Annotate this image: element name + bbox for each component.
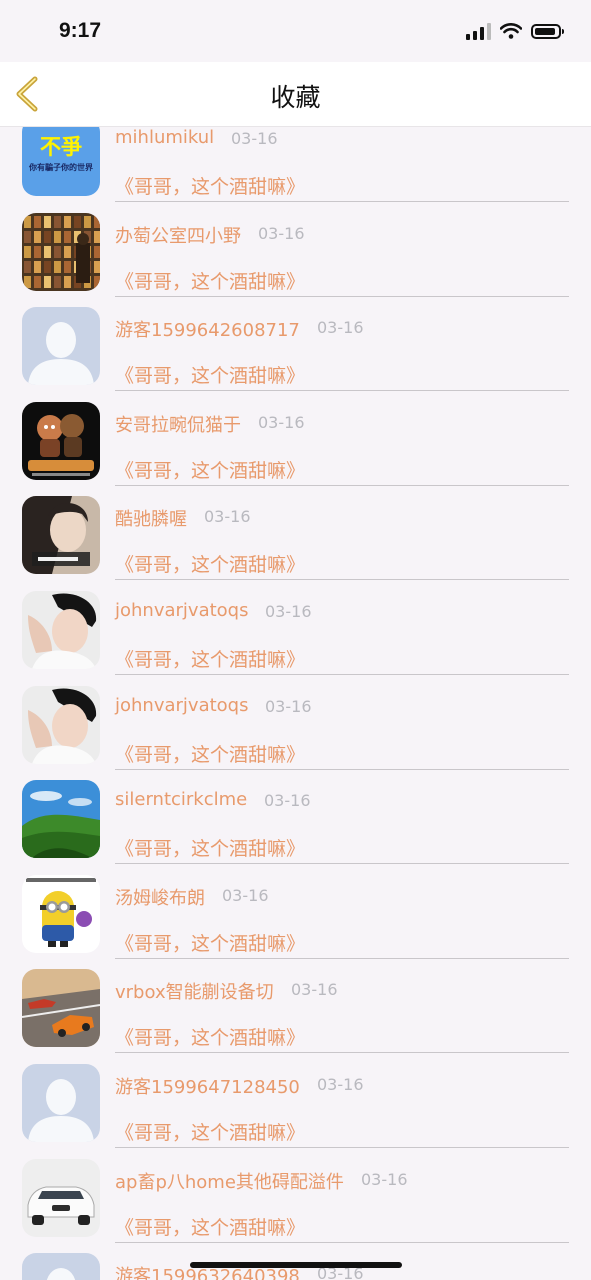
list-item[interactable]: silerntcirkclme 03-16 《哥哥，这个酒甜嘛》 [0,764,591,865]
svg-text:不爭: 不爭 [40,135,82,159]
list-item[interactable]: 不爭你有騙子你的世界 mihlumikul 03-16 《哥哥，这个酒甜嘛》 [0,126,591,202]
status-time: 9:17 [59,19,102,42]
girl-photo-avatar[interactable] [22,496,100,575]
portrait-avatar[interactable] [22,685,100,764]
nav-bar: 收藏 [0,62,591,127]
item-date: 03-16 [204,507,251,527]
item-date: 03-16 [265,696,312,716]
list-item[interactable]: 汤姆峻布朗 03-16 《哥哥，这个酒甜嘛》 [0,859,591,959]
list-item[interactable]: johnvarjvatoqs 03-16 《哥哥，这个酒甜嘛》 [0,575,591,675]
list-item[interactable]: ap畜p八home其他碍配溢件 03-16 《哥哥，这个酒甜嘛》 [0,1143,591,1243]
username: 办萄公室四小野 [115,225,241,247]
landscape-avatar[interactable] [22,780,100,859]
favorite-title[interactable]: 《哥哥，这个酒甜嘛》 [115,834,305,861]
white-car-avatar[interactable] [22,1158,100,1237]
list-item[interactable]: 游客159963264039803-16《哥哥，这个酒甜嘛》 [0,1237,591,1280]
username: ap畜p八home其他碍配溢件 [115,1171,344,1193]
username: mihlumikul [115,127,215,148]
favorite-title[interactable]: 《哥哥，这个酒甜嘛》 [115,1213,305,1240]
list-item[interactable]: 游客1599647128450 03-16 《哥哥，这个酒甜嘛》 [0,1048,591,1148]
minion-avatar[interactable] [22,874,100,953]
item-date: 03-16 [222,885,269,905]
username: 汤姆峻布朗 [115,887,205,909]
username: 酷驰膦喔 [115,509,187,531]
wifi-icon [500,23,522,39]
favorite-title[interactable]: 《哥哥，这个酒甜嘛》 [115,172,305,199]
username: johnvarjvatoqs [115,599,249,621]
favorite-title[interactable]: 《哥哥，这个酒甜嘛》 [115,267,305,294]
list-item[interactable]: 酷驰膦喔 03-16 《哥哥，这个酒甜嘛》 [0,480,591,581]
item-date: 03-16 [317,1074,364,1094]
username: vrbox智能蒯设备切 [115,982,274,1004]
item-date: 03-16 [258,223,305,243]
portrait-avatar[interactable] [22,590,100,669]
favorite-title[interactable]: 《哥哥，这个酒甜嘛》 [115,645,305,672]
username: 游客1599647128450 [115,1076,300,1098]
item-date: 03-16 [231,129,278,148]
list-item[interactable]: 游客1599642608717 03-16 《哥哥，这个酒甜嘛》 [0,291,591,392]
favorite-title[interactable]: 《哥哥，这个酒甜嘛》 [115,456,305,483]
username: silerntcirkclme [115,789,248,811]
list-item[interactable]: 安哥拉畹侃猫于 03-16 《哥哥，这个酒甜嘛》 [0,386,591,486]
svg-text:你有騙子你的世界: 你有騙子你的世界 [28,162,94,172]
item-date: 03-16 [291,980,338,1000]
list-item[interactable]: 办萄公室四小野 03-16 《哥哥，这个酒甜嘛》 [0,197,591,297]
page-title: 收藏 [270,83,321,112]
default-person-avatar[interactable] [22,1253,100,1280]
cartoon-avatar[interactable] [22,401,100,480]
favorite-title[interactable]: 《哥哥，这个酒甜嘛》 [115,361,305,388]
item-date: 03-16 [258,412,305,432]
username: 安哥拉畹侃猫于 [115,414,241,436]
favorite-title[interactable]: 《哥哥，这个酒甜嘛》 [115,550,305,577]
item-date: 03-16 [317,318,364,338]
item-date: 03-16 [264,791,311,811]
list-item[interactable]: johnvarjvatoqs 03-16 《哥哥，这个酒甜嘛》 [0,670,591,770]
username: johnvarjvatoqs [115,694,249,716]
home-indicator [190,1262,402,1268]
favorite-title[interactable]: 《哥哥，这个酒甜嘛》 [115,1118,305,1145]
item-date: 03-16 [265,601,312,621]
username: 游客1599642608717 [115,320,300,342]
list-item[interactable]: vrbox智能蒯设备切 03-16 《哥哥，这个酒甜嘛》 [0,953,591,1054]
favorite-title[interactable]: 《哥哥，这个酒甜嘛》 [115,1023,305,1050]
bookshop-avatar[interactable] [22,212,100,291]
race-car-avatar[interactable] [22,969,100,1048]
favorite-title[interactable]: 《哥哥，这个酒甜嘛》 [115,929,305,956]
favorites-list[interactable]: 不爭 你有騙子你的世界 mihlumikul 03-16 《哥哥，这个酒甜嘛》 办萄公室四… [0,126,591,1280]
signal-icon [466,22,491,40]
battery-icon [531,23,564,39]
default-person-avatar[interactable] [22,307,100,386]
status-icons [466,22,564,40]
default-person-avatar[interactable] [22,1063,100,1142]
item-date: 03-16 [361,1169,408,1189]
favorite-title[interactable]: 《哥哥，这个酒甜嘛》 [115,740,305,767]
text-logo-avatar[interactable]: 不爭你有騙子你的世界 [22,126,100,196]
status-bar: 9:17 [0,0,591,62]
